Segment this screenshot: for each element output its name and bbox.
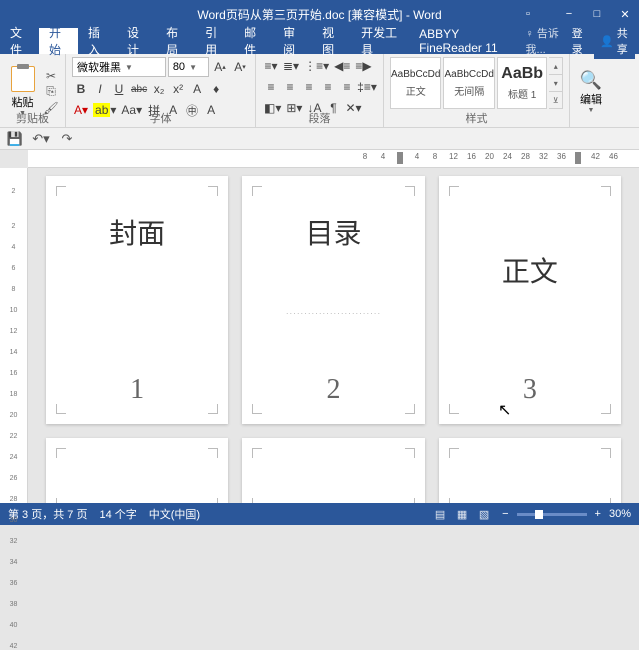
- group-styles: AaBbCcDd 正文 AaBbCcDd 无间隔 AaBb 标题 1 ▴ ▾ ⊻…: [384, 54, 570, 127]
- save-icon[interactable]: 💾: [6, 130, 24, 148]
- toc-dots: ··························: [286, 309, 381, 318]
- tab-abbyy[interactable]: ABBYY FineReader 11: [409, 28, 525, 54]
- page-number: 2: [326, 374, 340, 406]
- clipboard-label: 剪贴板: [0, 110, 65, 126]
- tab-mailings[interactable]: 邮件: [234, 28, 273, 54]
- zoom-out-button[interactable]: −: [502, 508, 508, 520]
- zoom-level[interactable]: 30%: [609, 508, 631, 520]
- page-number: 1: [130, 374, 144, 406]
- status-bar: 第 3 页，共 7 页 14 个字 中文(中国) ▤ ▦ ▧ − + 30%: [0, 503, 639, 525]
- style-gallery-arrows: ▴ ▾ ⊻: [549, 57, 563, 109]
- ribbon-display-options: ▫: [517, 0, 539, 28]
- minimize-button[interactable]: −: [555, 0, 583, 28]
- text-effects-button[interactable]: A: [188, 80, 206, 98]
- line-spacing-button[interactable]: ‡≡▾: [357, 78, 377, 96]
- tab-review[interactable]: 审阅: [273, 28, 312, 54]
- tab-file[interactable]: 文件: [0, 28, 39, 54]
- page-6[interactable]: [439, 438, 621, 503]
- login-link[interactable]: 登录: [572, 25, 588, 57]
- style-down-icon[interactable]: ▾: [549, 75, 562, 92]
- undo-icon[interactable]: ↶▾: [32, 130, 50, 148]
- font-label: 字体: [66, 110, 255, 126]
- paste-label: 粘贴: [12, 94, 34, 110]
- tab-references[interactable]: 引用: [195, 28, 234, 54]
- page-heading: 封面: [109, 212, 165, 252]
- tab-view[interactable]: 视图: [312, 28, 351, 54]
- decrease-indent-button[interactable]: ◀≡: [332, 57, 352, 75]
- page-3[interactable]: 正文 3: [439, 176, 621, 424]
- status-page[interactable]: 第 3 页，共 7 页: [8, 506, 87, 522]
- italic-button[interactable]: I: [91, 80, 109, 98]
- workspace: 224681012141618202224262830323436384042 …: [0, 168, 639, 503]
- document-title: Word页码从第三页开始.doc [兼容模式] - Word: [197, 6, 441, 23]
- page-4[interactable]: [46, 438, 228, 503]
- style-up-icon[interactable]: ▴: [549, 58, 562, 75]
- page-1[interactable]: 封面 1: [46, 176, 228, 424]
- subscript-button[interactable]: x₂: [150, 80, 168, 98]
- view-web-icon[interactable]: ▧: [474, 506, 494, 522]
- font-size-combo[interactable]: 80▼: [168, 57, 209, 77]
- justify-button[interactable]: ≡: [319, 78, 337, 96]
- tab-home[interactable]: 开始: [39, 28, 78, 54]
- page-5[interactable]: [242, 438, 424, 503]
- cut-icon[interactable]: ✂: [43, 69, 59, 83]
- page-heading: 目录: [305, 212, 361, 252]
- strikethrough-button[interactable]: abc: [129, 80, 149, 98]
- status-language[interactable]: 中文(中国): [149, 506, 200, 522]
- page-number: 3: [523, 374, 537, 406]
- style-normal[interactable]: AaBbCcDd 正文: [390, 57, 441, 109]
- styles-label: 样式: [384, 110, 569, 126]
- ribbon-collapse-icon[interactable]: ▫: [517, 0, 539, 28]
- page-2[interactable]: 目录 ·························· 2: [242, 176, 424, 424]
- align-center-button[interactable]: ≡: [281, 78, 299, 96]
- increase-font-icon[interactable]: A▴: [211, 58, 229, 76]
- editing-button[interactable]: 🔍 编辑 ▼: [576, 57, 606, 126]
- tell-me[interactable]: ♀ 告诉我...: [526, 25, 566, 57]
- find-icon: 🔍: [580, 70, 602, 91]
- tab-insert[interactable]: 插入: [78, 28, 117, 54]
- menu-bar: 文件 开始 插入 设计 布局 引用 邮件 审阅 视图 开发工具 ABBYY Fi…: [0, 28, 639, 54]
- view-read-icon[interactable]: ▤: [430, 506, 450, 522]
- font-name-combo[interactable]: 微软雅黑▼: [72, 57, 166, 77]
- redo-icon[interactable]: ↷: [58, 130, 76, 148]
- horizontal-ruler[interactable]: 8448121620242832364246: [28, 150, 639, 168]
- numbering-button[interactable]: ≣▾: [281, 57, 301, 75]
- status-words[interactable]: 14 个字: [99, 506, 136, 522]
- increase-indent-button[interactable]: ≡▶: [353, 57, 373, 75]
- zoom-slider[interactable]: [517, 513, 587, 516]
- tab-layout[interactable]: 布局: [156, 28, 195, 54]
- group-font: 微软雅黑▼ 80▼ A▴ A▾ B I U abc x₂ x² A ♦ A▾ a…: [66, 54, 256, 127]
- vertical-ruler[interactable]: 224681012141618202224262830323436384042: [0, 168, 28, 503]
- bullets-button[interactable]: ≡▾: [262, 57, 280, 75]
- tab-design[interactable]: 设计: [117, 28, 156, 54]
- style-heading1[interactable]: AaBb 标题 1: [497, 57, 547, 109]
- bold-button[interactable]: B: [72, 80, 90, 98]
- page-heading: 正文: [502, 250, 558, 290]
- align-left-button[interactable]: ≡: [262, 78, 280, 96]
- group-paragraph: ≡▾ ≣▾ ⋮≡▾ ◀≡ ≡▶ ≡ ≡ ≡ ≡ ≡ ‡≡▾ ◧▾ ⊞▾ ↓A ¶…: [256, 54, 384, 127]
- ribbon: 粘贴 ▼ ✂ ⎘ 🖌 剪贴板 微软雅黑▼ 80▼ A▴ A▾ B I U abc: [0, 54, 639, 128]
- style-no-spacing[interactable]: AaBbCcDd 无间隔: [443, 57, 494, 109]
- align-right-button[interactable]: ≡: [300, 78, 318, 96]
- quick-access-toolbar: 💾 ↶▾ ↷: [0, 128, 639, 150]
- document-area[interactable]: 封面 1 目录 ·························· 2 正文 3: [28, 168, 639, 503]
- view-print-icon[interactable]: ▦: [452, 506, 472, 522]
- zoom-in-button[interactable]: +: [595, 508, 601, 520]
- paste-icon: [11, 66, 35, 92]
- group-clipboard: 粘贴 ▼ ✂ ⎘ 🖌 剪贴板: [0, 54, 66, 127]
- underline-button[interactable]: U: [110, 80, 128, 98]
- superscript-button[interactable]: x²: [169, 80, 187, 98]
- clear-format-button[interactable]: ♦: [207, 80, 225, 98]
- distribute-button[interactable]: ≡: [338, 78, 356, 96]
- paragraph-label: 段落: [256, 110, 383, 126]
- style-more-icon[interactable]: ⊻: [549, 92, 562, 108]
- group-editing: 🔍 编辑 ▼: [570, 54, 612, 127]
- multilevel-button[interactable]: ⋮≡▾: [302, 57, 331, 75]
- tab-developer[interactable]: 开发工具: [351, 28, 409, 54]
- copy-icon[interactable]: ⎘: [43, 85, 59, 99]
- decrease-font-icon[interactable]: A▾: [231, 58, 249, 76]
